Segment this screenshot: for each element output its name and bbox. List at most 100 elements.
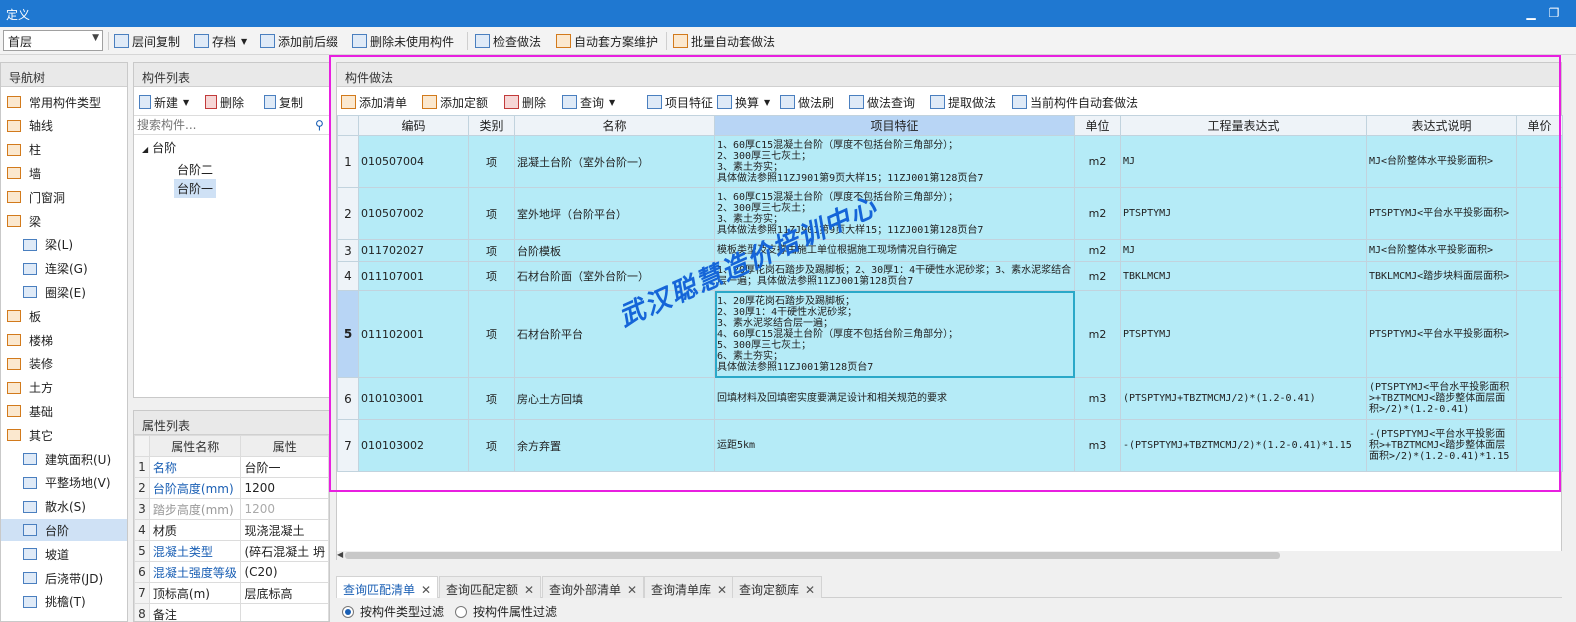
name-cell[interactable]: 混凝土台阶（室外台阶一）	[514, 135, 715, 188]
price-cell[interactable]	[1516, 261, 1563, 291]
expression-cell[interactable]: PTSPTYMJ	[1120, 290, 1367, 378]
sidebar-item-9[interactable]: 板	[1, 305, 127, 327]
table-row[interactable]: 6 010103001 项房心土方回填 回填材料及回填密实度要满足设计和相关规范的要求…	[337, 377, 1563, 420]
table-row[interactable]: 7 010103002 项余方弃置 运距5km m3 -(PTSPTYMJ+TBZTMCM…	[337, 419, 1563, 472]
unit-cell[interactable]: m2	[1074, 239, 1121, 262]
column-header[interactable]: 单位	[1074, 115, 1121, 136]
column-header[interactable]: 类别	[468, 115, 515, 136]
copy-between-floors-button[interactable]: 层间复制	[114, 32, 180, 50]
row-number[interactable]: 5	[337, 290, 359, 378]
column-header[interactable]: 名称	[514, 115, 715, 136]
property-value[interactable]: (C20)	[240, 561, 329, 583]
type-cell[interactable]: 项	[468, 261, 515, 291]
unit-cell[interactable]: m2	[1074, 187, 1121, 240]
unit-cell[interactable]: m2	[1074, 290, 1121, 378]
unit-cell[interactable]: m3	[1074, 419, 1121, 472]
type-cell[interactable]: 项	[468, 290, 515, 378]
code-cell[interactable]: 011107001	[358, 261, 469, 291]
expression-desc-cell[interactable]: (PTSPTYMJ<平台水平投影面积>+TBZTMCMJ<踏步整体面层面积>/2…	[1366, 377, 1517, 420]
code-cell[interactable]: 011102001	[358, 290, 469, 378]
sidebar-item-6[interactable]: 梁(L)	[1, 234, 127, 256]
tree-item-step-2[interactable]: 台阶二	[174, 160, 216, 179]
row-number[interactable]: 4	[337, 261, 359, 291]
property-row[interactable]: 7 顶标高(m) 层底标高	[134, 582, 329, 604]
column-header[interactable]: 工程量表达式	[1120, 115, 1367, 136]
feature-cell[interactable]: 运距5km	[714, 419, 1075, 472]
add-prefix-suffix-button[interactable]: 添加前后缀	[260, 32, 338, 50]
filter-by-type-radio[interactable]: 按构件类型过滤	[342, 603, 444, 620]
property-value[interactable]: (碎石混凝土 坍	[240, 540, 329, 562]
bottom-tab-2[interactable]: 查询外部清单 ✕	[542, 576, 645, 598]
code-cell[interactable]: 010103002	[358, 419, 469, 472]
check-method-button[interactable]: 检查做法	[475, 32, 541, 50]
table-row[interactable]: 5 011102001 项石材台阶平台 1、20厚花岗石踏步及踢脚板； 2、30厚1：…	[337, 290, 1563, 378]
scroll-left-icon[interactable]: ◀	[337, 550, 343, 559]
type-cell[interactable]: 项	[468, 135, 515, 188]
expression-desc-cell[interactable]: PTSPTYMJ<平台水平投影面积>	[1366, 187, 1517, 240]
method-toolbar-button-3[interactable]: 查询 ▼	[562, 93, 615, 111]
sidebar-item-0[interactable]: 常用构件类型	[1, 91, 127, 113]
horizontal-scrollbar[interactable]: ◀	[337, 550, 1562, 561]
sidebar-item-21[interactable]: 挑檐(T)	[1, 591, 127, 613]
type-cell[interactable]: 项	[468, 239, 515, 262]
price-cell[interactable]	[1516, 239, 1563, 262]
column-header[interactable]: 表达式说明	[1366, 115, 1517, 136]
close-icon[interactable]: ✕	[524, 583, 534, 597]
sidebar-item-7[interactable]: 连梁(G)	[1, 258, 127, 280]
bottom-tab-1[interactable]: 查询匹配定额 ✕	[439, 576, 542, 598]
sidebar-item-11[interactable]: 装修	[1, 353, 127, 375]
method-toolbar-button-5[interactable]: 换算 ▼	[717, 93, 770, 111]
name-cell[interactable]: 房心土方回填	[514, 377, 715, 420]
scrollbar-thumb[interactable]	[345, 552, 1280, 559]
code-cell[interactable]: 010507004	[358, 135, 469, 188]
expression-cell[interactable]: PTSPTYMJ	[1120, 187, 1367, 240]
property-row[interactable]: 5 混凝土类型 (碎石混凝土 坍	[134, 540, 329, 562]
column-header[interactable]: 编码	[358, 115, 469, 136]
delete-unused-button[interactable]: 删除未使用构件	[352, 32, 454, 50]
sidebar-item-5[interactable]: 梁	[1, 210, 127, 232]
feature-cell[interactable]: 1、20厚花岗石踏步及踢脚板； 2、30厚1：4干硬性水泥砂浆； 3、素水泥浆结…	[714, 290, 1075, 378]
sidebar-item-17[interactable]: 散水(S)	[1, 496, 127, 518]
price-cell[interactable]	[1516, 377, 1563, 420]
tree-item-step-1[interactable]: 台阶一	[174, 179, 217, 198]
unit-cell[interactable]: m2	[1074, 261, 1121, 291]
property-value[interactable]: 台阶一	[240, 456, 329, 478]
bottom-tab-4[interactable]: 查询定额库 ✕	[732, 576, 823, 598]
column-header[interactable]: 单价	[1516, 115, 1563, 136]
close-icon[interactable]: ✕	[717, 583, 727, 597]
collapse-icon[interactable]: ◢	[142, 145, 148, 154]
type-cell[interactable]: 项	[468, 377, 515, 420]
property-value[interactable]: 层底标高	[240, 582, 329, 604]
property-value[interactable]: 1200	[240, 498, 329, 520]
method-toolbar-button-9[interactable]: 当前构件自动套做法	[1012, 93, 1138, 111]
sidebar-item-10[interactable]: 楼梯	[1, 329, 127, 351]
restore-icon[interactable]: ❐	[1545, 4, 1563, 22]
price-cell[interactable]	[1516, 290, 1563, 378]
property-value[interactable]: 1200	[240, 477, 329, 499]
expression-cell[interactable]: MJ	[1120, 239, 1367, 262]
method-toolbar-button-7[interactable]: 做法查询	[849, 93, 915, 111]
code-cell[interactable]: 010507002	[358, 187, 469, 240]
batch-auto-button[interactable]: 批量自动套做法	[673, 32, 775, 50]
property-row[interactable]: 1 名称 台阶一	[134, 456, 329, 478]
new-component-button[interactable]: 新建 ▼	[139, 93, 189, 111]
table-row[interactable]: 1 010507004 项混凝土台阶（室外台阶一） 1、60厚C15混凝土台阶（厚度不…	[337, 135, 1563, 188]
minimize-icon[interactable]: ▁	[1522, 4, 1540, 22]
method-toolbar-button-4[interactable]: 项目特征	[647, 93, 713, 111]
table-row[interactable]: 2 010507002 项室外地坪（台阶平台） 1、60厚C15混凝土台阶（厚度不包括…	[337, 187, 1563, 240]
name-cell[interactable]: 室外地坪（台阶平台）	[514, 187, 715, 240]
name-cell[interactable]: 台阶模板	[514, 239, 715, 262]
row-number[interactable]: 6	[337, 377, 359, 420]
row-number[interactable]: 2	[337, 187, 359, 240]
property-row[interactable]: 4 材质 现浇混凝土	[134, 519, 329, 541]
auto-scheme-button[interactable]: 自动套方案维护	[556, 32, 658, 50]
type-cell[interactable]: 项	[468, 419, 515, 472]
table-row[interactable]: 4 011107001 项石材台阶面（室外台阶一） 1、20厚花岗石踏步及踢脚板；2、…	[337, 261, 1563, 291]
method-toolbar-button-0[interactable]: 添加清单	[341, 93, 407, 111]
expression-desc-cell[interactable]: MJ<台阶整体水平投影面积>	[1366, 135, 1517, 188]
floor-select[interactable]: 首层 ▼	[3, 30, 103, 51]
close-icon[interactable]: ✕	[421, 583, 431, 597]
property-row[interactable]: 2 台阶高度(mm) 1200	[134, 477, 329, 499]
method-toolbar-button-8[interactable]: 提取做法	[930, 93, 996, 111]
sidebar-item-8[interactable]: 圈梁(E)	[1, 281, 127, 303]
